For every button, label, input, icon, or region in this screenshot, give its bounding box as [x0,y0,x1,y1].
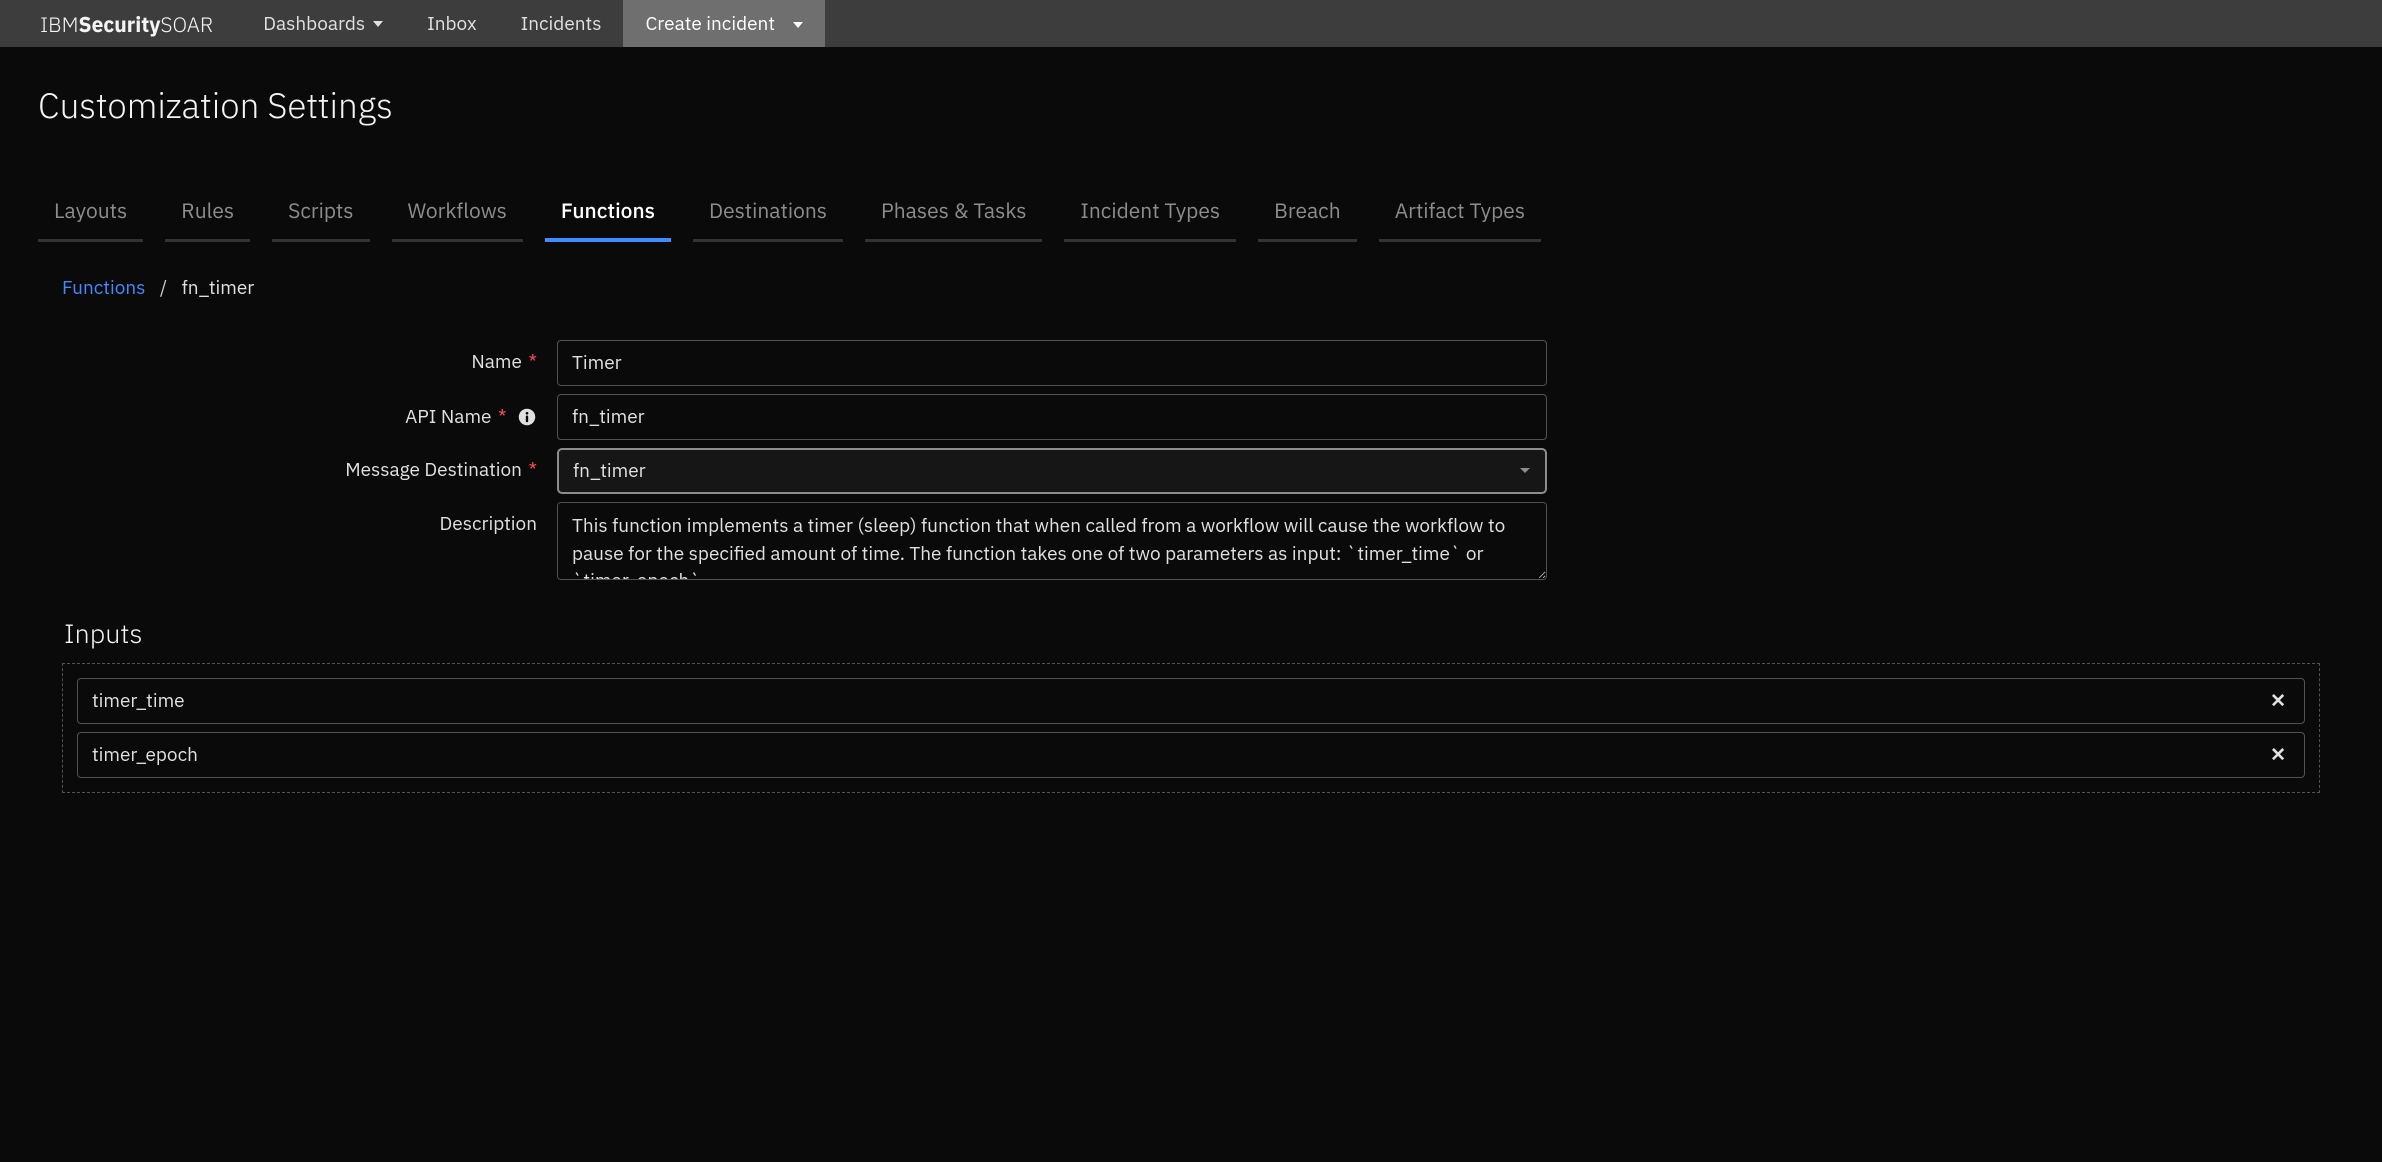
nav-incidents-label: Incidents [521,12,602,36]
tab-layouts[interactable]: Layouts [38,188,143,242]
message-destination-label-wrap: Message Destination * [62,448,557,482]
form-row-api-name: API Name * [62,394,2320,440]
logo-brand2: Security [79,10,161,38]
tab-rules[interactable]: Rules [165,188,250,242]
top-nav: IBM Security SOAR Dashboards Inbox Incid… [0,0,2382,47]
tab-workflows[interactable]: Workflows [392,188,523,242]
close-icon[interactable]: ✕ [2266,689,2290,713]
required-star-icon: * [528,350,537,374]
api-name-label-wrap: API Name * [62,394,557,429]
form-area: Name * API Name * Message Destination [38,340,2344,793]
name-label-wrap: Name * [62,340,557,374]
logo-brand3: SOAR [161,10,214,38]
api-name-input[interactable] [557,394,1547,440]
tab-destinations[interactable]: Destinations [693,188,843,242]
breadcrumb: Functions / fn_timer [38,272,2344,340]
required-star-icon: * [498,405,507,429]
name-label: Name [471,350,522,374]
breadcrumb-separator: / [160,276,167,300]
page-content: Customization Settings Layouts Rules Scr… [0,47,2382,823]
chevron-down-icon [373,21,383,27]
tab-incident-types[interactable]: Incident Types [1064,188,1236,242]
tab-functions[interactable]: Functions [545,188,671,242]
breadcrumb-current: fn_timer [182,276,255,300]
close-icon[interactable]: ✕ [2266,743,2290,767]
description-label-wrap: Description [62,502,557,536]
tabs: Layouts Rules Scripts Workflows Function… [38,188,2344,242]
description-textarea[interactable] [557,502,1547,580]
message-destination-control: fn_timer [557,448,1547,494]
nav-inbox[interactable]: Inbox [405,0,498,47]
logo-brand1: IBM [40,10,79,38]
api-name-label: API Name [405,405,491,429]
page-title: Customization Settings [38,82,2344,128]
tab-phases-tasks[interactable]: Phases & Tasks [865,188,1042,242]
api-name-control [557,394,1547,440]
form-row-name: Name * [62,340,2320,386]
input-item[interactable]: timer_epoch ✕ [77,732,2305,778]
description-control [557,502,1547,586]
input-item-label: timer_epoch [92,743,198,767]
nav-inbox-label: Inbox [427,12,476,36]
nav-incidents[interactable]: Incidents [499,0,624,47]
tab-artifact-types[interactable]: Artifact Types [1379,188,1541,242]
description-label: Description [440,512,537,536]
input-item[interactable]: timer_time ✕ [77,678,2305,724]
message-destination-select[interactable]: fn_timer [557,448,1547,494]
app-logo: IBM Security SOAR [0,0,241,47]
nav-dashboards[interactable]: Dashboards [241,0,405,47]
input-item-label: timer_time [92,689,185,713]
breadcrumb-functions-link[interactable]: Functions [62,276,145,300]
form-row-description: Description [62,502,2320,586]
name-control [557,340,1547,386]
message-destination-label: Message Destination [345,458,522,482]
info-icon[interactable] [517,407,537,427]
tab-scripts[interactable]: Scripts [272,188,369,242]
nav-create-incident-label: Create incident [645,12,775,36]
nav-create-incident[interactable]: Create incident [623,0,825,47]
tab-breach[interactable]: Breach [1258,188,1357,242]
form-row-message-destination: Message Destination * fn_timer [62,448,2320,494]
name-input[interactable] [557,340,1547,386]
required-star-icon: * [528,458,537,482]
inputs-container: timer_time ✕ timer_epoch ✕ [62,663,2320,793]
nav-dashboards-label: Dashboards [263,12,365,36]
inputs-heading: Inputs [64,616,2320,651]
